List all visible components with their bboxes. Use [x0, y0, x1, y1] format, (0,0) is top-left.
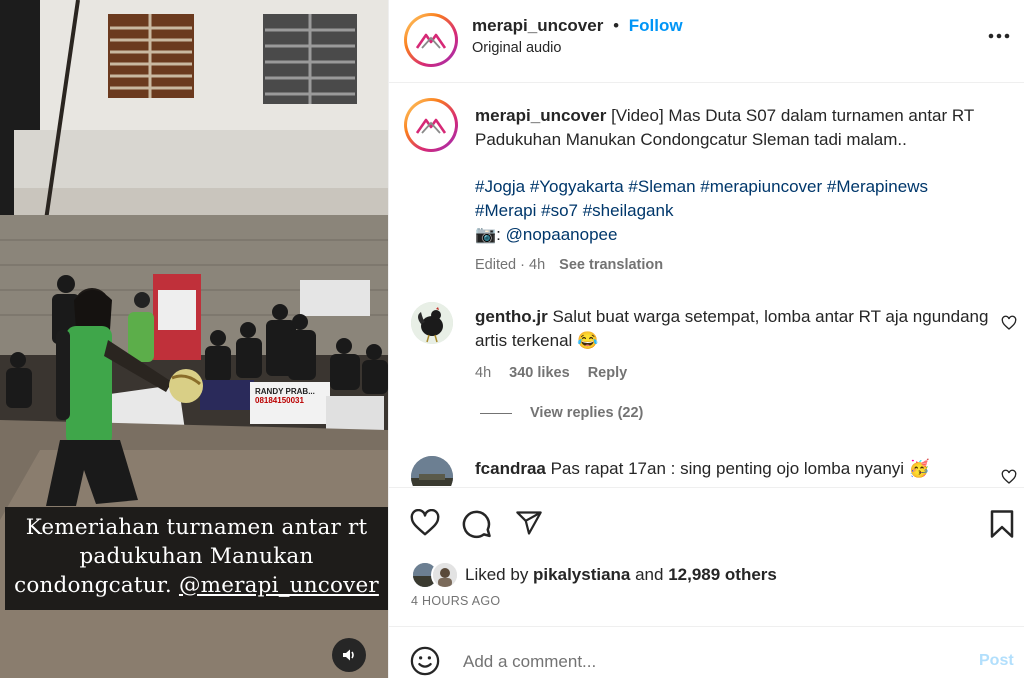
liked-by-text: Liked by pikalystiana and 12,989 others: [465, 565, 777, 585]
rooster-icon: [411, 302, 453, 344]
post-details-panel: merapi_uncover • Follow Original audio m…: [388, 0, 1024, 678]
view-replies-label: View replies (22): [530, 405, 644, 421]
liker-avatar[interactable]: [431, 561, 459, 589]
comment-username[interactable]: gentho.jr: [475, 307, 548, 326]
banner-sponsor-text: RANDY PRAB... 08184150031: [255, 387, 315, 405]
overlay-line-2: padukuhan Manukan: [79, 544, 314, 569]
bookmark-icon[interactable]: [989, 509, 1015, 539]
comment-list-clip: fcandraa Pas rapat 17an : sing penting o…: [389, 452, 1024, 486]
action-bar: [389, 487, 1024, 548]
banner-phone: 08184150031: [255, 396, 304, 405]
comment-like-heart-icon[interactable]: [1001, 469, 1017, 485]
comment-like-heart-icon[interactable]: [1001, 315, 1017, 331]
reply-button[interactable]: Reply: [588, 365, 628, 381]
audio-label[interactable]: Original audio: [472, 40, 683, 56]
post-timestamp[interactable]: 4 HOURS AGO: [411, 594, 500, 608]
comment-meta: 4h 340 likes Reply: [475, 365, 995, 381]
camera-emoji-icon: 📷: [475, 225, 497, 244]
speaker-icon: [343, 649, 354, 661]
heart-icon[interactable]: [410, 509, 440, 537]
comment-likes[interactable]: 340 likes: [509, 365, 569, 381]
credit-separator: :: [496, 225, 506, 244]
avatar[interactable]: [404, 13, 458, 67]
comment-time: 4h: [475, 365, 492, 381]
overlay-line-3: condongcatur. @merapi_uncover: [5, 571, 388, 600]
hashtags-line-2[interactable]: #Merapi #so7 #sheilagank: [475, 199, 1005, 223]
overlay-line-1: Kemeriahan turnamen antar rt: [25, 515, 368, 540]
comment-text: Pas rapat 17an : sing penting ojo lomba …: [545, 459, 905, 478]
party-emoji-icon: 🥳: [908, 459, 930, 478]
caption-avatar[interactable]: [404, 98, 458, 152]
credit-mention[interactable]: @nopaanopee: [506, 225, 618, 244]
post-header: merapi_uncover • Follow Original audio: [389, 0, 1024, 83]
overlay-mention: @merapi_uncover: [178, 573, 379, 598]
hashtags-line-1[interactable]: #Jogja #Yogyakarta #Sleman #merapiuncove…: [475, 175, 1005, 199]
caption-meta: Edited · 4h See translation: [475, 257, 1005, 273]
liked-by-user[interactable]: pikalystiana: [533, 565, 630, 584]
comment-avatar-fcandraa[interactable]: [411, 456, 453, 486]
follow-button[interactable]: Follow: [629, 16, 683, 35]
add-comment-bar: Post: [389, 626, 1024, 679]
caption-hashtags: #Jogja #Yogyakarta #Sleman #merapiuncove…: [475, 175, 1005, 247]
liked-by-others[interactable]: 12,989 others: [668, 565, 777, 584]
avatar-image: [407, 16, 455, 64]
liked-by-and: and: [630, 565, 669, 584]
avatar-photo-icon: [411, 456, 453, 486]
comment-body: gentho.jr Salut buat warga setempat, lom…: [475, 305, 995, 353]
share-send-icon[interactable]: [514, 509, 544, 537]
overlay-line-3-text: condongcatur.: [14, 573, 179, 598]
photo-credit: 📷: @nopaanopee: [475, 223, 1005, 247]
comment-item: gentho.jr Salut buat warga setempat, lom…: [475, 305, 995, 421]
header-text: merapi_uncover • Follow Original audio: [472, 16, 683, 56]
laughing-emoji-icon: 😂: [577, 331, 599, 350]
view-replies-line: [480, 412, 512, 414]
comment-avatar-gentho[interactable]: [411, 302, 453, 344]
caption-username[interactable]: merapi_uncover: [475, 106, 606, 125]
comment-input[interactable]: [461, 649, 925, 675]
avatar-photo-icon: [433, 563, 457, 587]
see-translation-button[interactable]: See translation: [559, 257, 663, 273]
merapi-logo-icon: [415, 33, 447, 49]
merapi-logo-icon: [415, 118, 447, 134]
comment-text: Salut buat warga setempat, lomba antar R…: [475, 307, 989, 350]
mute-toggle-button[interactable]: [332, 638, 366, 672]
banner-name: RANDY PRAB...: [255, 387, 315, 396]
comment-body: fcandraa Pas rapat 17an : sing penting o…: [475, 457, 995, 481]
emoji-smiley-icon[interactable]: [410, 646, 440, 676]
header-username[interactable]: merapi_uncover: [472, 16, 603, 35]
view-replies-button[interactable]: View replies (22): [480, 405, 995, 421]
header-title-row: merapi_uncover • Follow: [472, 16, 683, 36]
post-comment-button[interactable]: Post: [979, 652, 1014, 670]
comment-username[interactable]: fcandraa: [475, 459, 546, 478]
video-overlay-caption: Kemeriahan turnamen antar rt padukuhan M…: [5, 507, 388, 610]
edited-time: Edited · 4h: [475, 257, 546, 273]
caption-avatar-image: [407, 101, 455, 149]
post-media-video[interactable]: RANDY PRAB... 08184150031 Kemeriahan tur…: [0, 0, 388, 678]
header-separator: •: [613, 16, 620, 35]
caption: merapi_uncover [Video] Mas Duta S07 dala…: [475, 104, 1005, 273]
comment-bubble-icon[interactable]: [462, 509, 492, 539]
caption-body: merapi_uncover [Video] Mas Duta S07 dala…: [475, 104, 1005, 152]
liked-by-row: Liked by pikalystiana and 12,989 others: [411, 561, 777, 589]
more-horizontal-icon[interactable]: [987, 30, 1011, 42]
liked-by-prefix: Liked by: [465, 565, 534, 584]
